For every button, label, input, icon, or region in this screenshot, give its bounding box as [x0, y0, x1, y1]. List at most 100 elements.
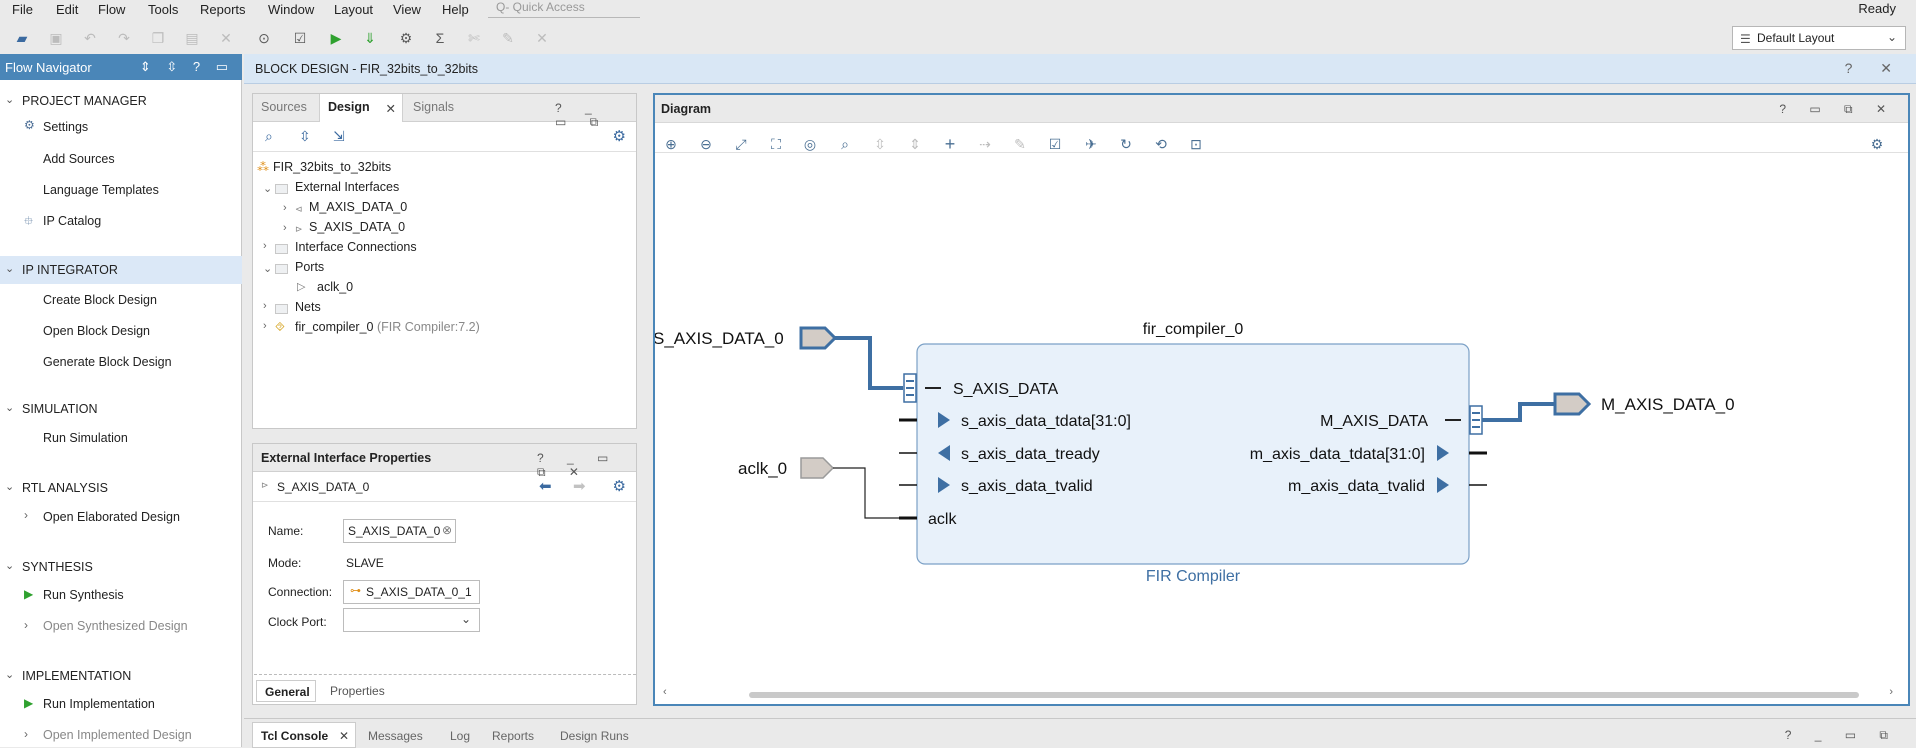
header-controls-icon[interactable]: ? ✕	[1845, 60, 1904, 77]
zoom-fit-icon[interactable]: ⤢	[731, 134, 751, 154]
section-simulation[interactable]: ⌄ SIMULATION	[5, 402, 97, 416]
pin-s-tready[interactable]: s_axis_data_tready	[961, 446, 1100, 463]
copy-icon[interactable]: ❐	[148, 28, 168, 48]
menu-layout[interactable]: Layout	[334, 2, 373, 17]
nav-run-synthesis[interactable]: Run Synthesis	[43, 588, 124, 602]
expand-all-icon[interactable]: ⇲	[333, 128, 345, 145]
tab-design-runs[interactable]: Design Runs	[560, 729, 629, 743]
panel-controls-icon[interactable]: ? ▭ ⧉ ✕	[1779, 102, 1896, 117]
tab-sources[interactable]: Sources	[253, 94, 315, 122]
pin-s-axis-data[interactable]: S_AXIS_DATA	[953, 381, 1059, 398]
ext-m-axis-port[interactable]	[1553, 392, 1592, 416]
chevron-down-icon[interactable]: ⌄	[263, 262, 272, 275]
gear-icon[interactable]: ⚙	[1867, 134, 1887, 154]
tree-nets[interactable]: Nets	[295, 300, 321, 314]
connection-field[interactable]: ⊶ S_AXIS_DATA_0_1	[343, 580, 480, 604]
tab-design[interactable]: Design ✕	[319, 94, 403, 122]
redo-icon[interactable]: ↷	[114, 28, 134, 48]
menu-file[interactable]: File	[12, 2, 33, 17]
run-icon[interactable]: ▶	[326, 28, 346, 48]
nav-run-simulation[interactable]: Run Simulation	[43, 431, 128, 445]
section-project-manager[interactable]: ⌄ PROJECT MANAGER	[5, 94, 147, 108]
nav-add-sources[interactable]: Add Sources	[43, 152, 115, 166]
section-rtl-analysis[interactable]: ⌄ RTL ANALYSIS	[5, 481, 108, 495]
collapse-icon[interactable]: ⇳	[870, 134, 890, 154]
ext-s-axis-port[interactable]	[799, 326, 838, 350]
tab-messages[interactable]: Messages	[368, 729, 423, 743]
tree-fir[interactable]: fir_compiler_0 (FIR Compiler:7.2)	[295, 320, 480, 334]
ext-aclk-port[interactable]	[800, 457, 835, 479]
nav-open-synthesized-design[interactable]: Open Synthesized Design	[43, 619, 188, 633]
regenerate-layout-icon[interactable]: ⊡	[1186, 134, 1206, 154]
open-project-icon[interactable]: ▰	[12, 28, 32, 48]
zoom-out-icon[interactable]: ⊖	[696, 134, 716, 154]
undo-icon[interactable]: ↶	[80, 28, 100, 48]
tab-tcl-console[interactable]: Tcl Console ✕	[252, 722, 356, 748]
menu-help[interactable]: Help	[442, 2, 469, 17]
gear-icon[interactable]: ⚙	[613, 127, 626, 145]
add-ip-icon[interactable]: +	[940, 134, 960, 154]
chevron-right-icon[interactable]: ›	[263, 300, 267, 312]
settings-icon[interactable]: ⚙	[396, 28, 416, 48]
refresh-icon[interactable]: ↻	[1116, 134, 1136, 154]
zoom-area-icon[interactable]: ⛶	[766, 134, 786, 154]
add-port-icon[interactable]: ⇢	[975, 134, 995, 154]
paste-icon[interactable]: ▤	[182, 28, 202, 48]
tab-signals[interactable]: Signals	[405, 94, 462, 122]
nav-open-elaborated-design[interactable]: Open Elaborated Design	[43, 510, 180, 524]
pin-m-axis-data[interactable]: M_AXIS_DATA	[1320, 413, 1428, 430]
nav-open-implemented-design[interactable]: Open Implemented Design	[43, 728, 192, 742]
tree-interface-connections[interactable]: Interface Connections	[295, 240, 417, 254]
layout-select[interactable]: ☰ Default Layout ⌄	[1732, 26, 1906, 50]
flow-navigator-controls-icon[interactable]: ⇕ ⇳ ? ▭	[140, 59, 234, 75]
report-sum-icon[interactable]: Σ	[430, 28, 450, 48]
chevron-right-icon[interactable]: ›	[263, 240, 267, 252]
tab-general[interactable]: General	[256, 680, 316, 702]
search-icon[interactable]: ⌕	[835, 134, 855, 154]
back-arrow-icon[interactable]: ⬅	[539, 477, 552, 495]
wire-m-axis[interactable]	[1482, 402, 1555, 422]
pin-m-tvalid[interactable]: m_axis_data_tvalid	[1288, 478, 1425, 495]
cancel-icon[interactable]: ✕	[532, 28, 552, 48]
chevron-right-icon[interactable]: ›	[283, 222, 287, 234]
tree-ports[interactable]: Ports	[295, 260, 324, 274]
find-icon[interactable]: ⊙	[254, 28, 274, 48]
wire-s-axis[interactable]	[835, 336, 903, 390]
tree-m-axis[interactable]: M_AXIS_DATA_0	[309, 200, 407, 214]
section-implementation[interactable]: ⌄ IMPLEMENTATION	[5, 669, 131, 683]
validate-icon[interactable]: ☑	[1045, 134, 1065, 154]
chevron-right-icon[interactable]: ›	[263, 320, 267, 332]
close-icon[interactable]: ✕	[386, 101, 396, 116]
validate-icon[interactable]: ☑	[290, 28, 310, 48]
gear-icon[interactable]: ⚙	[613, 477, 626, 495]
debug-icon[interactable]: ✄	[464, 28, 484, 48]
panel-controls-icon[interactable]: ? _ ▭ ⧉	[1785, 728, 1898, 743]
pin-m-tdata[interactable]: m_axis_data_tdata[31:0]	[1250, 446, 1425, 463]
tab-reports[interactable]: Reports	[492, 729, 534, 743]
tab-log[interactable]: Log	[450, 729, 470, 743]
menu-edit[interactable]: Edit	[56, 2, 78, 17]
clear-icon[interactable]: ⊗	[442, 523, 452, 537]
pin-s-tdata[interactable]: s_axis_data_tdata[31:0]	[961, 413, 1131, 430]
section-synthesis[interactable]: ⌄ SYNTHESIS	[5, 560, 93, 574]
chevron-down-icon[interactable]: ⌄	[263, 182, 272, 195]
chevron-right-icon[interactable]: ›	[283, 202, 287, 214]
clock-port-select[interactable]: ⌄	[343, 608, 480, 632]
menu-flow[interactable]: Flow	[98, 2, 125, 17]
nav-generate-block-design[interactable]: Generate Block Design	[43, 355, 172, 369]
nav-create-block-design[interactable]: Create Block Design	[43, 293, 157, 307]
name-field[interactable]: S_AXIS_DATA_0 ⊗	[343, 519, 456, 543]
nav-ip-catalog[interactable]: IP Catalog	[43, 214, 101, 228]
search-icon[interactable]: ⌕	[265, 128, 273, 145]
menu-tools[interactable]: Tools	[148, 2, 178, 17]
menu-view[interactable]: View	[393, 2, 421, 17]
tree-s-axis[interactable]: S_AXIS_DATA_0	[309, 220, 405, 234]
zoom-in-icon[interactable]: ⊕	[661, 134, 681, 154]
forward-arrow-icon[interactable]: ➡	[573, 477, 586, 495]
section-ip-integrator[interactable]: ⌄ IP INTEGRATOR	[5, 263, 118, 277]
expand-icon[interactable]: ⇕	[905, 134, 925, 154]
center-icon[interactable]: ◎	[800, 134, 820, 154]
nav-settings[interactable]: Settings	[43, 120, 88, 134]
pin-icon[interactable]: ✈	[1081, 134, 1101, 154]
wire-aclk[interactable]	[833, 467, 917, 519]
